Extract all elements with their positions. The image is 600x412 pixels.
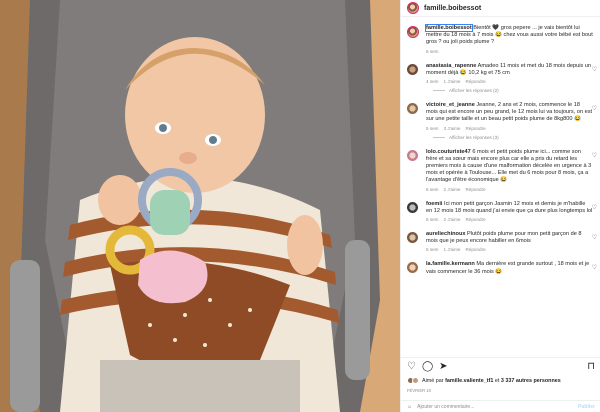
likes-summary[interactable]: Aimé par famille.valiente_tf1 et 3 337 a… bbox=[407, 377, 561, 384]
post-header: famille.boibessot bbox=[401, 0, 600, 17]
comment-avatar[interactable] bbox=[407, 63, 418, 75]
replies-divider bbox=[433, 136, 445, 138]
likes-text: Aimé par famille.valiente_tf1 et 3 337 a… bbox=[422, 378, 561, 384]
comment-likes[interactable]: 1 J'aime bbox=[444, 79, 461, 84]
post-photo bbox=[0, 0, 400, 412]
comment-text-block: aureliechinoux Plutôt poids plume pour m… bbox=[426, 231, 593, 245]
liker-avatar bbox=[412, 377, 419, 384]
comment-likes[interactable]: 3 J'aime bbox=[444, 126, 461, 131]
comment-username[interactable]: foemii bbox=[426, 201, 442, 207]
comment-text-block: foemii Ici mon petit garçon Jasmin 12 mo… bbox=[426, 201, 593, 215]
comment-meta: 5 sem 3 J'aime Répondre bbox=[426, 126, 593, 131]
caption-meta: 6 sem bbox=[426, 49, 593, 54]
add-comment-bar[interactable]: ☺ Ajouter un commentaire... Publier bbox=[401, 400, 600, 412]
author-avatar[interactable] bbox=[407, 2, 419, 14]
comment-age: 5 sem bbox=[426, 125, 439, 131]
publish-button[interactable]: Publier bbox=[578, 404, 595, 410]
like-heart-icon[interactable]: ♡ bbox=[592, 234, 597, 241]
comment-avatar[interactable] bbox=[407, 103, 418, 115]
comment-likes[interactable]: 1 J'aime bbox=[444, 247, 461, 252]
replies-divider bbox=[433, 90, 445, 92]
post-actions: ♡ ◯ ➤ ⊓ bbox=[401, 357, 600, 375]
comment-item: ♡ lolo.couturiste47 6 mois et petit poid… bbox=[407, 149, 597, 192]
post-side-panel: famille.boibessot famille.boibessot Bien… bbox=[400, 0, 600, 412]
comment-meta: 5 sem 1 J'aime Répondre bbox=[426, 247, 593, 252]
comment-meta: 5 sem 2 J'aime Répondre bbox=[426, 217, 593, 222]
reply-link[interactable]: Répondre bbox=[465, 247, 485, 252]
bookmark-icon[interactable]: ⊓ bbox=[587, 361, 595, 372]
like-heart-icon[interactable]: ♡ bbox=[592, 66, 597, 73]
likes-prefix: Aimé par bbox=[422, 377, 446, 384]
reply-link[interactable]: Répondre bbox=[465, 126, 485, 131]
comments-list[interactable]: famille.boibessot Bientôt 🖤 gros pepere … bbox=[401, 17, 600, 357]
caption-age: 6 sem bbox=[426, 48, 439, 54]
comment-username[interactable]: la.famille.kermann bbox=[426, 261, 475, 267]
comment-age: 4 sem bbox=[426, 79, 439, 85]
like-heart-icon[interactable]: ♡ bbox=[407, 361, 416, 372]
comment-likes[interactable]: 2 J'aime bbox=[444, 187, 461, 192]
baby-photo-illustration bbox=[0, 0, 400, 412]
comment-avatar[interactable] bbox=[407, 201, 418, 213]
comment-avatar[interactable] bbox=[407, 232, 418, 244]
view-replies[interactable]: Afficher les réponses (3) bbox=[426, 135, 593, 140]
likes-user[interactable]: famille.valiente_tf1 bbox=[445, 378, 493, 384]
comment-age: 5 sem bbox=[426, 247, 439, 253]
emoji-icon[interactable]: ☺ bbox=[407, 404, 412, 410]
caption-username[interactable]: famille.boibessot bbox=[425, 24, 473, 32]
comment-meta: 4 sem 1 J'aime Répondre bbox=[426, 79, 593, 84]
view-replies-label[interactable]: Afficher les réponses (2) bbox=[449, 88, 499, 93]
post-date: FÉVRIER 10 bbox=[407, 388, 431, 393]
comment-avatar[interactable] bbox=[407, 262, 418, 274]
comment-username[interactable]: lolo.couturiste47 bbox=[426, 149, 471, 155]
like-heart-icon[interactable]: ♡ bbox=[592, 204, 597, 211]
comment-username[interactable]: victoire_et_jeanne bbox=[426, 102, 475, 108]
comment-item: ♡ victoire_et_jeanne Jeanne, 2 ans et 2 … bbox=[407, 102, 597, 140]
liker-avatars bbox=[407, 377, 419, 384]
like-heart-icon[interactable]: ♡ bbox=[592, 152, 597, 159]
comment-username[interactable]: aureliechinoux bbox=[426, 231, 465, 237]
view-replies[interactable]: Afficher les réponses (2) bbox=[426, 88, 593, 93]
comment-text-block: la.famille.kermann Ma dernière est grand… bbox=[426, 261, 593, 275]
comment-age: 5 sem bbox=[426, 217, 439, 223]
comment-item: ♡ la.famille.kermann Ma dernière est gra… bbox=[407, 261, 597, 275]
caption-avatar[interactable] bbox=[407, 26, 419, 38]
comment-bubble-icon[interactable]: ◯ bbox=[422, 361, 433, 372]
comment-text-block: victoire_et_jeanne Jeanne, 2 ans et 2 mo… bbox=[426, 102, 593, 124]
comment-meta: 6 sem 2 J'aime Répondre bbox=[426, 187, 593, 192]
reply-link[interactable]: Répondre bbox=[465, 217, 485, 222]
like-heart-icon[interactable]: ♡ bbox=[592, 264, 597, 271]
like-heart-icon[interactable]: ♡ bbox=[592, 105, 597, 112]
likes-middle: et bbox=[493, 377, 501, 384]
comment-item: ♡ anastasia_rapenne Amadeo 11 mois et me… bbox=[407, 63, 597, 93]
comment-text: Ici mon petit garçon Jasmin 12 mois et d… bbox=[426, 200, 593, 214]
comment-age: 6 sem bbox=[426, 186, 439, 192]
comment-text-block: lolo.couturiste47 6 mois et petit poids … bbox=[426, 149, 593, 185]
post-caption: famille.boibessot Bientôt 🖤 gros pepere … bbox=[407, 24, 593, 54]
reply-link[interactable]: Répondre bbox=[465, 187, 485, 192]
author-username[interactable]: famille.boibessot bbox=[424, 5, 481, 12]
caption-text-block: famille.boibessot Bientôt 🖤 gros pepere … bbox=[425, 24, 593, 47]
share-send-icon[interactable]: ➤ bbox=[439, 361, 447, 372]
view-replies-label[interactable]: Afficher les réponses (3) bbox=[449, 135, 499, 140]
comment-item: ♡ foemii Ici mon petit garçon Jasmin 12 … bbox=[407, 201, 597, 222]
comment-item: ♡ aureliechinoux Plutôt poids plume pour… bbox=[407, 231, 597, 252]
comment-username[interactable]: anastasia_rapenne bbox=[426, 63, 476, 69]
comment-text-block: anastasia_rapenne Amadeo 11 mois et met … bbox=[426, 63, 593, 77]
likes-count[interactable]: 3 337 autres personnes bbox=[501, 378, 561, 384]
comment-input[interactable]: Ajouter un commentaire... bbox=[417, 404, 474, 410]
comment-avatar[interactable] bbox=[407, 149, 418, 161]
comment-likes[interactable]: 2 J'aime bbox=[444, 217, 461, 222]
reply-link[interactable]: Répondre bbox=[465, 79, 485, 84]
